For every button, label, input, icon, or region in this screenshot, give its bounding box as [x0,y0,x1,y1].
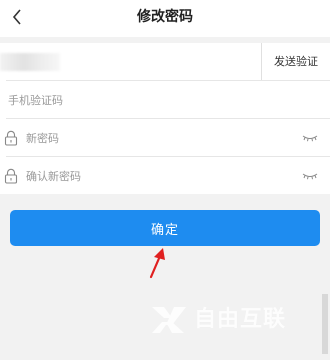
watermark-logo-icon [152,307,186,333]
confirm-password-input[interactable] [26,157,286,195]
password-form: 发送验证 [0,43,330,195]
phone-row: 发送验证 [0,43,330,81]
verification-code-input[interactable] [8,81,248,119]
change-password-screen: 修改密码 发送验证 手机验证码 确定 自由互联 [0,0,330,360]
new-password-row [0,119,330,157]
chevron-left-icon [12,9,21,25]
watermark: 自由互联 [150,304,326,336]
navigation-bar: 修改密码 [0,0,330,37]
phone-number-obscured [0,53,60,71]
verification-code-row [0,81,330,119]
watermark-text: 自由互联 [194,307,287,332]
red-arrow-icon [149,248,165,279]
eye-closed-icon[interactable] [302,172,318,180]
new-password-input[interactable] [26,119,286,157]
lock-icon [4,130,18,146]
confirm-password-row [0,157,330,195]
send-verification-button[interactable]: 发送验证 [261,43,330,81]
lock-icon [4,168,18,184]
scrollbar [322,294,328,354]
back-button[interactable] [4,4,30,30]
page-title: 修改密码 [137,9,193,25]
eye-closed-icon[interactable] [302,134,318,142]
confirm-button[interactable]: 确定 [10,210,320,246]
